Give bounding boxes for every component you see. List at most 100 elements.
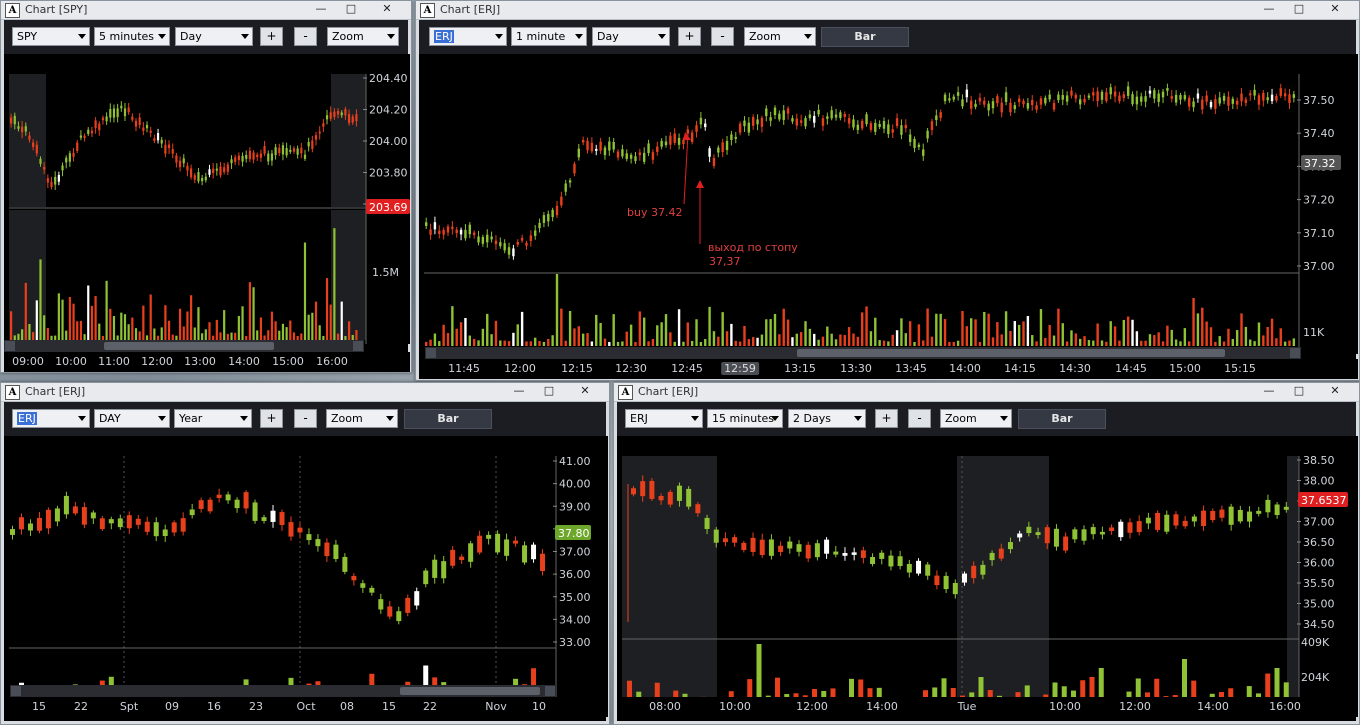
zoom-in-button[interactable]: + [260, 27, 283, 46]
bar-type-button[interactable]: Bar [821, 27, 909, 47]
candle [215, 168, 218, 171]
zoom-out-button[interactable]: - [294, 409, 317, 428]
candle [531, 544, 537, 560]
chart-scrollbar[interactable] [10, 685, 556, 697]
volume-bar [112, 316, 116, 340]
candle [824, 539, 830, 554]
symbol-select[interactable]: ERJ [12, 409, 90, 428]
candle [45, 509, 51, 529]
maximize-button[interactable]: □ [337, 1, 365, 17]
price-chart[interactable]: 204.40204.20204.00203.80203.60203.691.5M [4, 54, 410, 344]
minimize-button[interactable]: — [307, 1, 335, 17]
zoom-out-button[interactable]: - [294, 27, 317, 46]
close-button[interactable]: ✕ [1315, 1, 1355, 17]
bar-type-button[interactable]: Bar [404, 409, 492, 429]
scroll-thumb[interactable] [400, 687, 540, 695]
minimize-button[interactable]: — [1255, 1, 1283, 17]
candle [1100, 91, 1104, 100]
scroll-thumb[interactable] [797, 349, 1225, 357]
candle [874, 122, 877, 132]
symbol-select[interactable]: ERJ [429, 27, 507, 46]
close-button[interactable]: ✕ [367, 1, 407, 17]
candle [1136, 521, 1142, 533]
candle [396, 611, 402, 622]
volume-bar [1048, 325, 1051, 346]
scroll-left-arrow[interactable] [11, 686, 21, 696]
interval-select[interactable]: 1 minute [511, 27, 587, 46]
axis-tick-label: 204.40 [369, 72, 408, 85]
chart-scrollbar[interactable] [425, 347, 1301, 359]
minimize-button[interactable]: — [1255, 383, 1283, 399]
candle [590, 142, 594, 152]
range-select[interactable]: Year [174, 409, 252, 428]
zoom-in-button[interactable]: + [875, 409, 898, 428]
minimize-button[interactable]: — [505, 383, 533, 399]
volume-bar [538, 341, 541, 346]
title-bar[interactable]: A Chart [ERJ] — □ ✕ [416, 1, 1359, 20]
volume-bar [131, 317, 134, 340]
scroll-right-arrow[interactable] [353, 341, 363, 351]
candle [307, 141, 310, 147]
volume-bar [1166, 325, 1169, 346]
interval-select[interactable]: DAY [94, 409, 170, 428]
candle [1174, 94, 1178, 103]
maximize-button[interactable]: □ [1285, 1, 1313, 17]
symbol-select[interactable]: ERJ [625, 409, 703, 428]
candle [1270, 94, 1274, 102]
candle [1007, 542, 1013, 550]
volume-bar [826, 326, 829, 346]
candle [690, 132, 694, 143]
close-button[interactable]: ✕ [565, 383, 605, 399]
title-bar[interactable]: A Chart [ERJ] — □ ✕ [614, 383, 1359, 402]
candle [1145, 517, 1151, 524]
scroll-right-arrow[interactable] [545, 686, 555, 696]
candle [625, 153, 628, 159]
volume-bar [1161, 341, 1165, 346]
zoom-out-button[interactable]: - [908, 409, 931, 428]
volume-bar [507, 341, 511, 346]
candle [897, 556, 903, 567]
maximize-button[interactable]: □ [1285, 383, 1313, 399]
price-chart[interactable]: 37.5037.4037.3037.2037.1037.0037.3211Kbu… [419, 54, 1358, 354]
range-select[interactable]: Day [592, 27, 670, 46]
chevron-down-icon [1000, 416, 1008, 421]
volume-bar [285, 327, 288, 340]
bar-type-button[interactable]: Bar [1018, 409, 1106, 429]
chart-scrollbar[interactable] [4, 340, 364, 352]
volume-bar [90, 305, 94, 340]
interval-select[interactable]: 15 minutes [707, 409, 783, 428]
title-bar[interactable]: A Chart [ERJ] — □ ✕ [1, 383, 609, 402]
volume-bar [917, 324, 921, 346]
price-chart[interactable]: 38.5038.0037.5037.0036.5036.0035.5035.00… [617, 436, 1358, 706]
zoom-select[interactable]: Zoom [940, 409, 1012, 428]
volume-bar [516, 324, 519, 346]
candle [10, 529, 15, 535]
scroll-thumb[interactable] [104, 342, 274, 350]
zoom-out-button[interactable]: - [711, 27, 734, 46]
maximize-button[interactable]: □ [535, 383, 563, 399]
close-button[interactable]: ✕ [1315, 383, 1355, 399]
candle [311, 140, 314, 150]
range-select[interactable]: Day [175, 27, 253, 46]
time-tick-label: 12:59 [721, 362, 759, 375]
volume-bar [573, 328, 576, 346]
range-select[interactable]: 2 Days [788, 409, 866, 428]
zoom-in-button[interactable]: + [260, 409, 283, 428]
scroll-left-arrow[interactable] [5, 341, 15, 351]
title-bar[interactable]: A Chart [SPY] — □ ✕ [1, 1, 411, 20]
candle [1096, 91, 1099, 102]
chevron-down-icon [495, 34, 503, 39]
scroll-left-arrow[interactable] [426, 348, 436, 358]
interval-select[interactable]: 5 minutes [94, 27, 170, 46]
zoom-select[interactable]: Zoom [326, 409, 398, 428]
candle [643, 152, 646, 162]
volume-bar [1235, 330, 1239, 346]
price-chart[interactable]: 41.0040.0039.0038.0037.0036.0035.0034.00… [4, 436, 608, 706]
scroll-right-arrow[interactable] [1290, 348, 1300, 358]
volume-bar [952, 341, 955, 346]
pre-market-shade [957, 456, 1049, 706]
symbol-select[interactable]: SPY [12, 27, 90, 46]
zoom-select[interactable]: Zoom [744, 27, 816, 46]
zoom-in-button[interactable]: + [678, 27, 701, 46]
zoom-select[interactable]: Zoom [327, 27, 399, 46]
